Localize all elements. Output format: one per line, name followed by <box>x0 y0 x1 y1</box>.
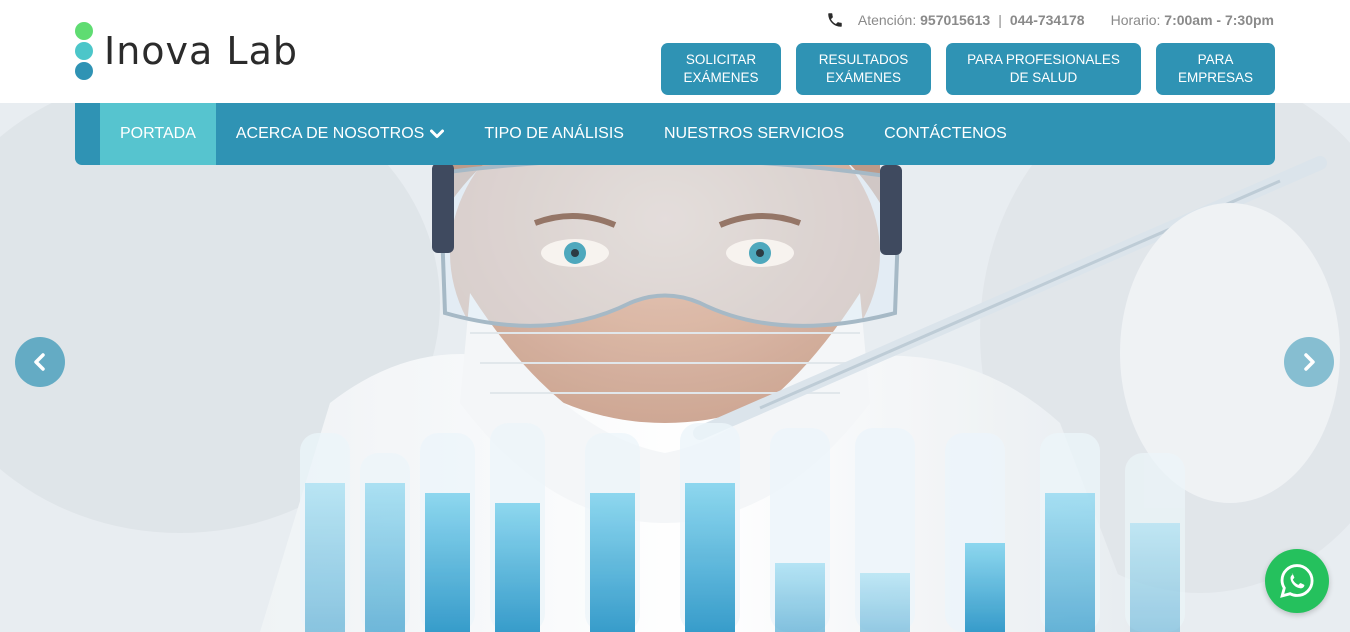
phone-number-1[interactable]: 957015613 <box>920 12 990 28</box>
quick-actions: SOLICITAR EXÁMENES RESULTADOS EXÁMENES PAR… <box>661 43 1275 95</box>
phone-number-2[interactable]: 044-734178 <box>1010 12 1085 28</box>
nav-item-portada[interactable]: PORTADA <box>100 103 216 165</box>
brand-logo[interactable]: Inova Lab <box>74 20 344 82</box>
exam-results-button[interactable]: RESULTADOS EXÁMENES <box>796 43 931 95</box>
nav-item-nuestros-servicios[interactable]: NUESTROS SERVICIOS <box>644 103 864 165</box>
contact-separator: | <box>998 12 1002 28</box>
whatsapp-icon <box>1280 564 1314 598</box>
health-professionals-button[interactable]: PARA PROFESIONALES DE SALUD <box>946 43 1141 95</box>
nav-item-contactenos[interactable]: CONTÁCTENOS <box>864 103 1027 165</box>
attention-label: Atención: <box>857 12 917 28</box>
slider-next-button[interactable] <box>1284 337 1334 387</box>
nav-item-acerca-de-nosotros[interactable]: ACERCA DE NOSOTROS <box>216 103 464 165</box>
chevron-down-icon <box>430 129 445 139</box>
brand-name: Inova Lab <box>104 29 298 73</box>
hero-image <box>0 103 1350 632</box>
chevron-right-icon <box>1304 353 1315 371</box>
chevron-left-icon <box>34 353 45 371</box>
hero-slider <box>0 103 1350 632</box>
whatsapp-button[interactable] <box>1265 549 1329 613</box>
phone-icon <box>826 11 844 29</box>
companies-button[interactable]: PARA EMPRESAS <box>1156 43 1275 95</box>
contact-info: Atención: 957015613 | 044-734178 Horario… <box>826 10 1274 30</box>
site-header: Inova Lab Atención: 957015613 | 044-7341… <box>0 0 1350 103</box>
slider-prev-button[interactable] <box>15 337 65 387</box>
logo-mark-icon <box>74 20 94 82</box>
hours-label: Horario: <box>1110 12 1161 28</box>
hours-value: 7:00am - 7:30pm <box>1164 12 1274 28</box>
main-nav: PORTADA ACERCA DE NOSOTROS TIPO DE ANÁLI… <box>75 103 1275 165</box>
request-exams-button[interactable]: SOLICITAR EXÁMENES <box>661 43 781 95</box>
nav-item-tipo-de-analisis[interactable]: TIPO DE ANÁLISIS <box>464 103 644 165</box>
